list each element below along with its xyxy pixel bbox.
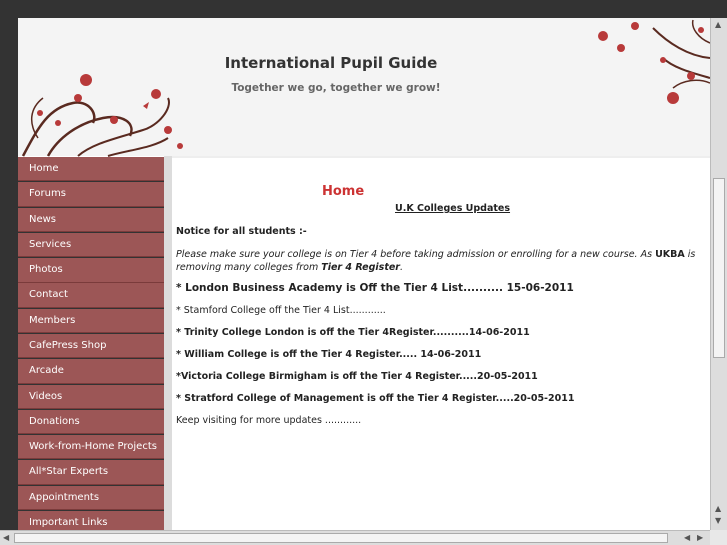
sidebar-item-allstar-experts[interactable]: All*Star Experts bbox=[18, 460, 164, 485]
sidebar-item-arcade[interactable]: Arcade bbox=[18, 359, 164, 384]
sidebar-item-appointments[interactable]: Appointments bbox=[18, 485, 164, 511]
scroll-down-icon[interactable]: ▲ bbox=[715, 504, 721, 514]
update-item: * Trinity College London is off the Tier… bbox=[176, 327, 530, 338]
footer-note: Keep visiting for more updates .........… bbox=[176, 415, 362, 426]
sidebar-item-work-from-home[interactable]: Work-from-Home Projects bbox=[18, 435, 164, 460]
vertical-scrollbar[interactable]: ▲ ▲ ▼ bbox=[710, 18, 727, 530]
sidebar-nav: Home Forums News Services Photos Contact… bbox=[18, 157, 164, 530]
vertical-scroll-thumb[interactable] bbox=[713, 178, 725, 358]
paragraph-end: . bbox=[400, 262, 404, 273]
sidebar-item-cafepress-shop[interactable]: CafePress Shop bbox=[18, 333, 164, 359]
main-content: Home U.K Colleges Updates Notice for all… bbox=[172, 156, 710, 530]
horizontal-scroll-thumb[interactable] bbox=[14, 533, 668, 543]
section-title: U.K Colleges Updates bbox=[395, 203, 511, 214]
content-top-border bbox=[172, 156, 710, 158]
sidebar-item-forums[interactable]: Forums bbox=[18, 182, 164, 207]
horizontal-scrollbar[interactable]: ◀ ◀ ▶ bbox=[0, 530, 710, 545]
sidebar-item-videos[interactable]: Videos bbox=[18, 384, 164, 409]
update-item: * Stratford College of Management is off… bbox=[176, 393, 575, 404]
sidebar-item-donations[interactable]: Donations bbox=[18, 409, 164, 435]
sidebar-item-services[interactable]: Services bbox=[18, 232, 164, 258]
scroll-down-icon[interactable]: ▼ bbox=[715, 516, 721, 526]
update-item: * London Business Academy is Off the Tie… bbox=[176, 282, 574, 294]
page: International Pupil Guide Together we go… bbox=[18, 18, 710, 530]
sidebar-item-home[interactable]: Home bbox=[18, 157, 164, 182]
sidebar-item-contact[interactable]: Contact bbox=[18, 283, 164, 308]
scroll-right-icon[interactable]: ▶ bbox=[697, 533, 703, 543]
tier4-register-text: Tier 4 Register bbox=[321, 262, 400, 273]
site-tagline: Together we go, together we grow! bbox=[231, 82, 441, 94]
sidebar-item-important-links[interactable]: Important Links bbox=[18, 510, 164, 530]
page-title: Home bbox=[322, 184, 365, 199]
paragraph-text-1: Please make sure your college is on Tier… bbox=[176, 249, 656, 260]
scroll-up-icon[interactable]: ▲ bbox=[715, 20, 721, 30]
notice-heading: Notice for all students :- bbox=[176, 226, 307, 237]
update-item: * William College is off the Tier 4 Regi… bbox=[176, 349, 482, 360]
sidebar-item-news[interactable]: News bbox=[18, 207, 164, 232]
sidebar-item-members[interactable]: Members bbox=[18, 308, 164, 334]
scroll-left-icon[interactable]: ◀ bbox=[3, 533, 9, 543]
site-title: International Pupil Guide bbox=[224, 54, 438, 72]
update-item: * Stamford College off the Tier 4 List..… bbox=[176, 305, 386, 316]
site-header: International Pupil Guide Together we go… bbox=[18, 18, 710, 157]
sidebar-item-photos[interactable]: Photos bbox=[18, 258, 164, 283]
floral-decoration-right bbox=[598, 19, 710, 104]
ukba-text: UKBA bbox=[655, 249, 685, 260]
content-divider bbox=[164, 156, 172, 530]
floral-decoration-left bbox=[21, 74, 183, 157]
scroll-right-icon[interactable]: ◀ bbox=[684, 533, 690, 543]
update-item: *Victoria College Birmigham is off the T… bbox=[176, 371, 538, 382]
notice-paragraph: Please make sure your college is on Tier… bbox=[176, 248, 706, 274]
scrollbar-corner bbox=[710, 530, 727, 545]
